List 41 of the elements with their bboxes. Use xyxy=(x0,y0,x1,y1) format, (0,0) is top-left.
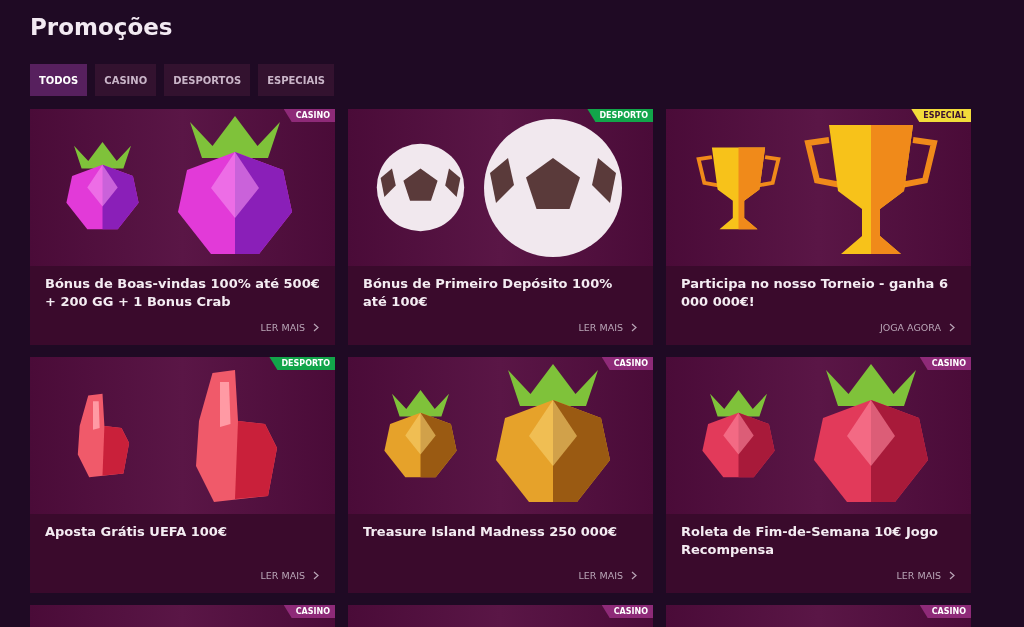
filter-tab[interactable]: TODOS xyxy=(30,64,88,96)
chevron-icon xyxy=(313,323,319,332)
promo-card[interactable]: CASINO Treasure Island Madness 250 000€ LER MAIS xyxy=(348,357,653,593)
chevron-icon xyxy=(631,323,637,332)
chevron-icon xyxy=(313,571,319,580)
promo-card[interactable]: CASINO Roleta de Fim-de-Semana 10€ Jogo Recompensa LER MAIS xyxy=(666,357,971,593)
chevron-icon xyxy=(949,571,955,580)
category-tag: DESPORTO xyxy=(587,109,653,122)
promo-link[interactable]: JOGA AGORA xyxy=(879,322,955,333)
chevron-icon xyxy=(949,323,955,332)
promo-card[interactable]: DESPORTO Bónus de Primeiro Depósito 100% até 100€ LER MAIS xyxy=(348,109,653,345)
promo-card[interactable]: CASINO xyxy=(30,605,335,627)
promo-link[interactable]: LER MAIS xyxy=(260,570,319,581)
filter-tab[interactable]: DESPORTOS xyxy=(164,64,251,96)
category-tag: ESPECIAL xyxy=(911,109,971,122)
promo-link[interactable]: LER MAIS xyxy=(578,322,637,333)
category-tag: CASINO xyxy=(601,357,653,370)
promo-title: Bónus de Primeiro Depósito 100% até 100€ xyxy=(362,275,614,311)
promo-title: Bónus de Boas-vindas 100% até 500€ + 200 GG + 1 Bonus Crab xyxy=(44,275,321,311)
promo-title: Treasure Island Madness 250 000€ xyxy=(362,523,618,541)
promo-link[interactable]: LER MAIS xyxy=(578,570,637,581)
filter-tab[interactable]: ESPECIAIS xyxy=(258,64,335,96)
promo-title: Roleta de Fim-de-Semana 10€ Jogo Recompensa xyxy=(680,523,939,559)
category-tag: DESPORTO xyxy=(269,357,335,370)
category-tag: CASINO xyxy=(919,605,971,618)
category-tag: CASINO xyxy=(919,357,971,370)
promo-link[interactable]: LER MAIS xyxy=(896,570,955,581)
filter-tab[interactable]: CASINO xyxy=(95,64,157,96)
promo-card[interactable]: CASINO xyxy=(666,605,971,627)
promo-card[interactable]: CASINO Bónus de Boas-vindas 100% até 500€ + 200 GG + 1 Bonus Crab LER MAIS xyxy=(30,109,335,345)
promo-card[interactable]: DESPORTO Aposta Grátis UEFA 100€ LER MAIS xyxy=(30,357,335,593)
promo-link[interactable]: LER MAIS xyxy=(260,322,319,333)
promo-title: Aposta Grátis UEFA 100€ xyxy=(44,523,228,541)
page-title: Promoções xyxy=(30,14,174,42)
promo-title: Participa no nosso Torneio - ganha 6 000 000€! xyxy=(680,275,949,311)
category-tag: CASINO xyxy=(283,605,335,618)
promo-card[interactable]: ESPECIAL Participa no nosso Torneio - ganha 6 000 000€! JOGA AGORA xyxy=(666,109,971,345)
category-tag: CASINO xyxy=(283,109,335,122)
category-tag: CASINO xyxy=(601,605,653,618)
chevron-icon xyxy=(631,571,637,580)
promo-card[interactable]: CASINO xyxy=(348,605,653,627)
